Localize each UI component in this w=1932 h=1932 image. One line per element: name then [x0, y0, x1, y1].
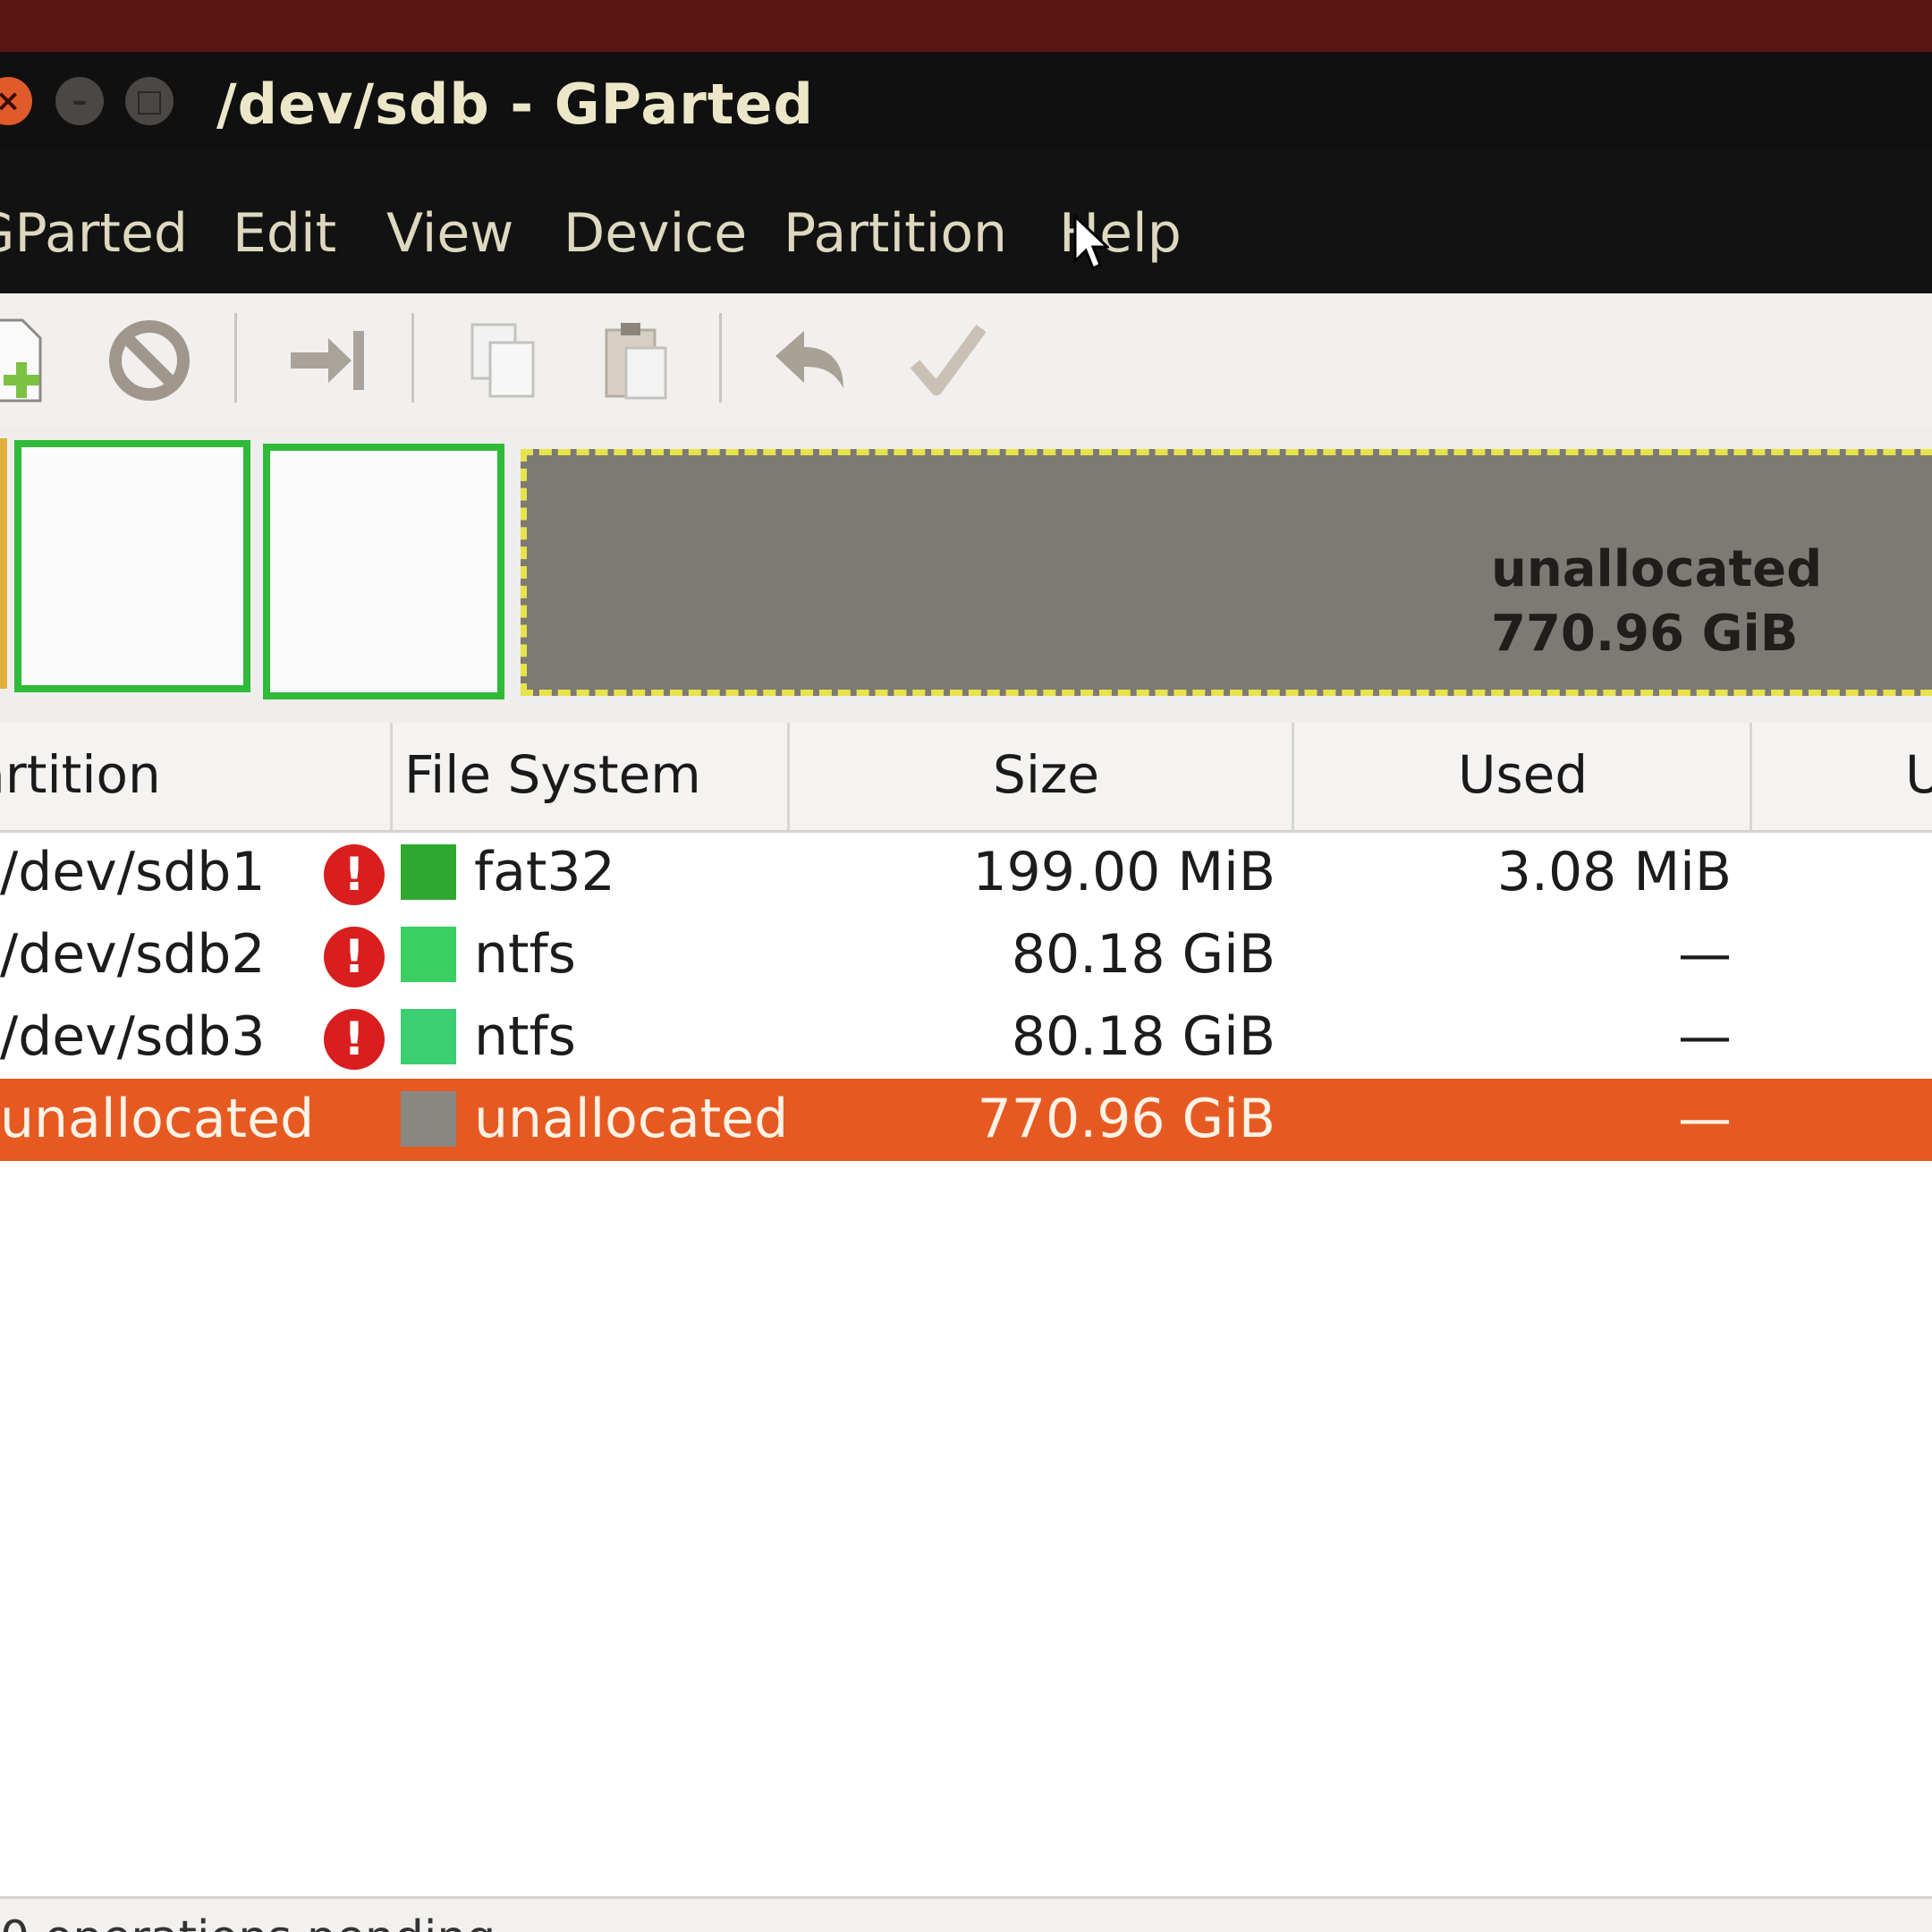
column-divider[interactable]: [390, 723, 393, 830]
copy-button[interactable]: [454, 311, 553, 410]
partition-name: /dev/sdb3: [0, 1005, 266, 1068]
partition-block-edge[interactable]: [0, 438, 7, 689]
warning-icon: !: [324, 927, 385, 987]
close-icon: ×: [0, 83, 21, 119]
partition-used: —: [1678, 1005, 1732, 1068]
copy-icon: [470, 323, 535, 398]
filesystem-color-swatch: [401, 927, 456, 982]
filesystem-color-swatch: [401, 844, 456, 900]
unallocated-block-size: 770.96 GiB: [1491, 605, 1799, 663]
new-partition-icon: [0, 318, 42, 402]
disk-map: unallocated 770.96 GiB: [0, 428, 1932, 723]
table-row-selected[interactable]: unallocated unallocated 770.96 GiB —: [0, 1079, 1932, 1161]
filesystem-color-swatch: [401, 1009, 456, 1064]
col-header-unused[interactable]: Unused: [1905, 744, 1932, 805]
resize-move-icon: [291, 331, 364, 390]
minimize-button[interactable]: –: [55, 77, 104, 125]
column-divider[interactable]: [1292, 723, 1294, 830]
resize-move-button[interactable]: [277, 311, 376, 410]
gparted-window: × – □ /dev/sdb - GParted GParted Edit Vi…: [0, 52, 1932, 1932]
table-header: Partition File System Size Used Unused: [0, 723, 1932, 833]
unallocated-block-title: unallocated: [1491, 540, 1823, 598]
menu-gparted[interactable]: GParted: [0, 202, 188, 265]
mouse-cursor-icon: [1073, 215, 1109, 271]
table-row[interactable]: /dev/sdb1 ! fat32 199.00 MiB 3.08 MiB: [0, 832, 1932, 914]
new-partition-button[interactable]: [0, 311, 63, 410]
maximize-icon: □: [134, 83, 165, 119]
undo-button[interactable]: [762, 311, 860, 410]
col-header-size[interactable]: Size: [993, 744, 1099, 805]
filesystem-type: fat32: [474, 841, 615, 903]
menu-view[interactable]: View: [386, 202, 513, 265]
delete-button[interactable]: [100, 311, 199, 410]
apply-button[interactable]: [898, 311, 996, 410]
partition-size: 80.18 GiB: [1011, 923, 1275, 986]
filesystem-color-swatch: [401, 1091, 456, 1147]
partition-used: 3.08 MiB: [1496, 841, 1732, 903]
toolbar: [0, 293, 1932, 428]
menu-partition[interactable]: Partition: [784, 202, 1007, 265]
filesystem-type: unallocated: [474, 1088, 789, 1150]
warning-icon: !: [324, 844, 385, 905]
maximize-button[interactable]: □: [125, 77, 174, 125]
undo-icon: [775, 331, 843, 388]
paste-icon: [605, 323, 667, 400]
warning-icon: !: [324, 1009, 385, 1070]
status-text: 0 operations pending: [0, 1911, 496, 1932]
partition-size: 80.18 GiB: [1011, 1005, 1275, 1068]
column-divider[interactable]: [1750, 723, 1752, 830]
toolbar-separator: [719, 313, 722, 402]
apply-icon: [910, 324, 987, 395]
partition-name: /dev/sdb2: [0, 923, 266, 986]
title-bar: × – □ /dev/sdb - GParted: [0, 52, 1932, 150]
col-header-file-system[interactable]: File System: [404, 744, 701, 805]
column-divider[interactable]: [787, 723, 790, 830]
table-row[interactable]: /dev/sdb2 ! ntfs 80.18 GiB —: [0, 914, 1932, 996]
unallocated-block[interactable]: unallocated 770.96 GiB: [521, 449, 1932, 696]
paste-button[interactable]: [587, 311, 685, 410]
partition-used: —: [1678, 1088, 1732, 1150]
partition-table: Partition File System Size Used Unused /…: [0, 723, 1932, 1932]
partition-name: /dev/sdb1: [0, 841, 266, 903]
partition-block-sdb2[interactable]: [14, 440, 250, 692]
window-title: /dev/sdb - GParted: [216, 72, 814, 137]
partition-block-sdb3[interactable]: [263, 444, 504, 699]
col-header-partition[interactable]: Partition: [0, 744, 161, 805]
filesystem-type: ntfs: [474, 1005, 576, 1068]
partition-size: 199.00 MiB: [972, 841, 1275, 903]
menu-device[interactable]: Device: [564, 202, 747, 265]
unallocated-block-label: unallocated 770.96 GiB: [1491, 538, 1822, 666]
menu-edit[interactable]: Edit: [233, 202, 336, 265]
partition-used: —: [1678, 923, 1732, 986]
delete-icon: [109, 320, 190, 401]
close-button[interactable]: ×: [0, 77, 32, 125]
col-header-used[interactable]: Used: [1458, 744, 1588, 805]
toolbar-separator: [234, 313, 237, 402]
menu-bar: GParted Edit View Device Partition Help: [0, 150, 1932, 293]
partition-size: 770.96 GiB: [977, 1088, 1275, 1150]
partition-name: unallocated: [0, 1088, 315, 1150]
table-row[interactable]: /dev/sdb3 ! ntfs 80.18 GiB —: [0, 996, 1932, 1079]
filesystem-type: ntfs: [474, 923, 576, 986]
status-bar: 0 operations pending: [0, 1896, 1932, 1932]
toolbar-separator: [411, 313, 414, 402]
minimize-icon: –: [72, 83, 88, 119]
